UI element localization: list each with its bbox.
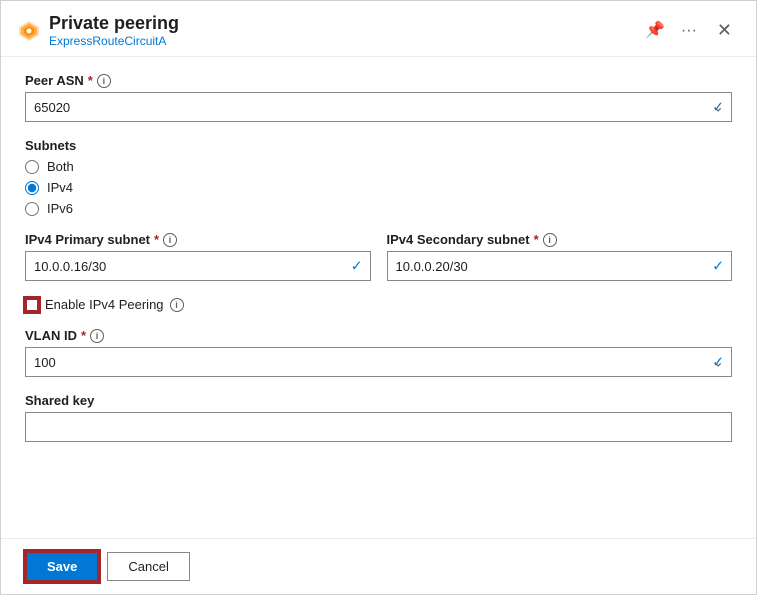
ipv4-primary-label: IPv4 Primary subnet * i	[25, 232, 371, 247]
cancel-button[interactable]: Cancel	[107, 552, 189, 581]
subnets-radio-ipv6-input[interactable]	[25, 202, 39, 216]
subnets-radio-both-input[interactable]	[25, 160, 39, 174]
dialog-footer: Save Cancel	[1, 538, 756, 594]
save-button[interactable]: Save	[25, 551, 99, 582]
title-group: Private peering ExpressRouteCircuitA	[49, 13, 633, 48]
header-actions: 📌 ··· ✕	[641, 16, 740, 45]
enable-peering-checkbox[interactable]	[25, 298, 39, 312]
pin-button[interactable]: 📌	[641, 19, 669, 43]
dialog-subtitle: ExpressRouteCircuitA	[49, 34, 633, 48]
dialog-title: Private peering	[49, 13, 633, 34]
dialog-body: Peer ASN * i 65020 ✓ Subnets Both	[1, 57, 756, 538]
shared-key-input[interactable]	[25, 412, 732, 442]
subnets-group: Subnets Both IPv4 IPv6	[25, 138, 732, 216]
vlan-id-group: VLAN ID * i 100 ✓	[25, 328, 732, 377]
shared-key-label: Shared key	[25, 393, 732, 408]
subnets-radio-ipv6[interactable]: IPv6	[25, 201, 732, 216]
peer-asn-required: *	[88, 73, 93, 88]
ipv4-primary-select-wrapper: 10.0.0.16/30 ✓	[25, 251, 371, 281]
subnet-fields-row: IPv4 Primary subnet * i 10.0.0.16/30 ✓ I…	[25, 232, 732, 281]
enable-peering-row: Enable IPv4 Peering i	[25, 297, 732, 312]
enable-peering-label[interactable]: Enable IPv4 Peering	[45, 297, 164, 312]
vlan-id-info-icon[interactable]: i	[90, 329, 104, 343]
expressroute-logo	[17, 19, 41, 43]
vlan-id-select-wrapper: 100 ✓	[25, 347, 732, 377]
ipv4-primary-info-icon[interactable]: i	[163, 233, 177, 247]
ipv4-primary-group: IPv4 Primary subnet * i 10.0.0.16/30 ✓	[25, 232, 371, 281]
subnets-label: Subnets	[25, 138, 732, 153]
peer-asn-select[interactable]: 65020	[25, 92, 732, 122]
shared-key-group: Shared key	[25, 393, 732, 442]
subnets-ipv6-label: IPv6	[47, 201, 73, 216]
private-peering-dialog: Private peering ExpressRouteCircuitA 📌 ·…	[0, 0, 757, 595]
subnets-radio-both[interactable]: Both	[25, 159, 732, 174]
ipv4-primary-select[interactable]: 10.0.0.16/30	[25, 251, 371, 281]
close-button[interactable]: ✕	[709, 16, 740, 45]
subnets-radio-group: Both IPv4 IPv6	[25, 159, 732, 216]
ipv4-secondary-select-wrapper: 10.0.0.20/30 ✓	[387, 251, 733, 281]
peer-asn-group: Peer ASN * i 65020 ✓	[25, 73, 732, 122]
subnets-both-label: Both	[47, 159, 74, 174]
ipv4-secondary-group: IPv4 Secondary subnet * i 10.0.0.20/30 ✓	[387, 232, 733, 281]
subnets-ipv4-label: IPv4	[47, 180, 73, 195]
vlan-id-label: VLAN ID * i	[25, 328, 732, 343]
ipv4-secondary-label: IPv4 Secondary subnet * i	[387, 232, 733, 247]
ipv4-secondary-select[interactable]: 10.0.0.20/30	[387, 251, 733, 281]
more-button[interactable]: ···	[677, 19, 701, 43]
dialog-header: Private peering ExpressRouteCircuitA 📌 ·…	[1, 1, 756, 57]
peer-asn-select-wrapper: 65020 ✓	[25, 92, 732, 122]
ipv4-secondary-info-icon[interactable]: i	[543, 233, 557, 247]
subnets-radio-ipv4[interactable]: IPv4	[25, 180, 732, 195]
peer-asn-info-icon[interactable]: i	[97, 74, 111, 88]
peer-asn-label: Peer ASN * i	[25, 73, 732, 88]
vlan-id-select[interactable]: 100	[25, 347, 732, 377]
enable-peering-info-icon[interactable]: i	[170, 298, 184, 312]
subnets-radio-ipv4-input[interactable]	[25, 181, 39, 195]
